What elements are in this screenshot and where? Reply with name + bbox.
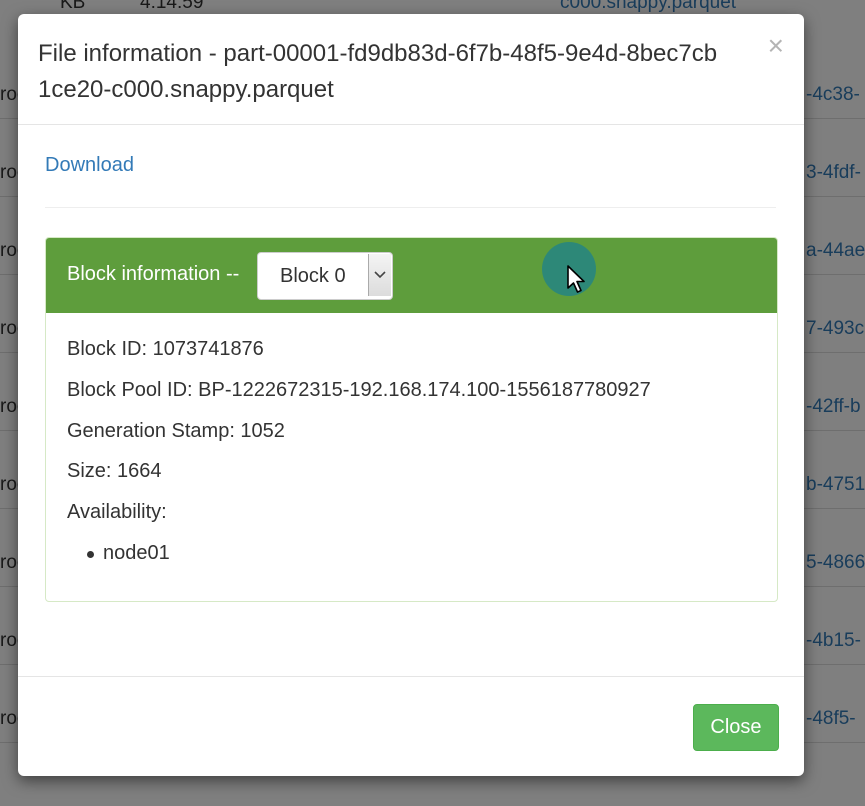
availability-label: Availability: [67, 501, 167, 523]
generation-stamp: Generation Stamp: 1052 [67, 420, 285, 442]
close-icon[interactable]: × [768, 32, 784, 60]
divider [45, 207, 776, 208]
chevron-down-icon[interactable] [368, 254, 391, 296]
download-link[interactable]: Download [45, 154, 134, 177]
block-pool-id: Block Pool ID: BP-1222672315-192.168.174… [67, 379, 651, 401]
modal-footer-divider [18, 676, 804, 677]
block-id: Block ID: 1073741876 [67, 338, 264, 360]
modal-title: File information - part-00001-fd9db83d-6… [38, 40, 718, 103]
block-information-panel: Block information -- Block 0 Block ID: 1… [45, 237, 778, 602]
close-button[interactable]: Close [693, 704, 779, 751]
modal-header: File information - part-00001-fd9db83d-6… [18, 14, 804, 125]
availability-node: node01 [103, 542, 170, 564]
list-item: node01 [87, 542, 170, 565]
bullet-icon [87, 551, 94, 558]
block-select[interactable]: Block 0 [257, 252, 393, 300]
mouse-pointer-icon [567, 265, 585, 293]
panel-heading: Block information -- Block 0 [46, 238, 777, 313]
selected-block-value: Block 0 [280, 265, 346, 287]
file-information-modal: File information - part-00001-fd9db83d-6… [18, 14, 804, 776]
block-size: Size: 1664 [67, 460, 162, 482]
block-information-label: Block information -- [67, 263, 240, 285]
